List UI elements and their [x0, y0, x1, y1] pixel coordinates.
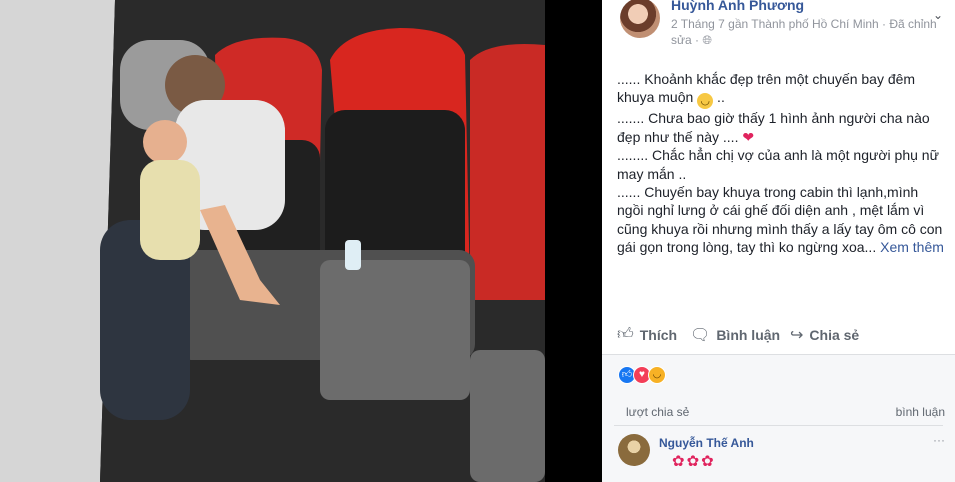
post-sidebar: Huỳnh Anh Phương 2 Tháng 7 gần Thành phố… — [602, 0, 955, 482]
post-actions: 👍︎ Thích 🗨︎ Bình luận ↪ Chia sẻ — [614, 318, 949, 353]
comment-sticker: ✿✿✿ — [672, 453, 716, 470]
globe-icon: 🌐︎ — [702, 33, 712, 47]
post-paragraph-1-suffix: .. — [713, 89, 725, 106]
comment-menu-icon[interactable]: ··· — [933, 433, 945, 447]
comments-divider — [614, 425, 943, 426]
comments-count[interactable]: bình luận — [896, 405, 945, 419]
share-button[interactable]: ↪ Chia sẻ — [790, 325, 859, 345]
heart-emoji-icon: ❤ — [742, 128, 755, 145]
like-label: Thích — [639, 326, 678, 343]
post-photo[interactable] — [0, 0, 545, 482]
haha-reaction-icon: ◡ — [648, 366, 666, 384]
author-avatar[interactable] — [620, 0, 660, 38]
photo-illustration — [0, 0, 545, 482]
share-label: Chia sẻ — [809, 327, 860, 343]
comment-icon: 🗨︎ — [690, 327, 711, 344]
like-button[interactable]: 👍︎ Thích — [617, 325, 677, 344]
post-meta: 2 Tháng 7 gần Thành phố Hồ Chí Minh · Đã… — [671, 16, 946, 48]
smile-emoji-icon: ◡ — [697, 93, 714, 110]
chevron-down-icon[interactable]: ⌄ — [933, 8, 943, 22]
post-header: Huỳnh Anh Phương 2 Tháng 7 gần Thành phố… — [614, 0, 949, 50]
share-icon: ↪ — [790, 327, 804, 344]
comment-label: Bình luận — [716, 327, 781, 343]
thumbs-up-icon: 👍︎ — [617, 326, 634, 343]
post-text: ...... Khoảnh khắc đẹp trên một chuyến b… — [617, 70, 947, 257]
post-paragraph-1: ...... Khoảnh khắc đẹp trên một chuyến b… — [617, 70, 947, 110]
post-paragraph-2-text: ....... Chưa bao giờ thấy 1 hình ảnh ngư… — [617, 110, 930, 145]
commenter-avatar[interactable] — [618, 434, 650, 466]
post-paragraph-2: ....... Chưa bao giờ thấy 1 hình ảnh ngư… — [617, 109, 947, 146]
commenter-name[interactable]: Nguyễn Thế Anh — [659, 436, 754, 450]
shares-count[interactable]: lượt chia sẻ — [626, 405, 689, 419]
photo-viewer — [0, 0, 602, 482]
see-more-link[interactable]: Xem thêm — [880, 239, 944, 255]
author-name[interactable]: Huỳnh Anh Phương — [671, 0, 804, 13]
reactions-summary[interactable]: 👍︎ ♥ ◡ — [618, 366, 666, 384]
post-paragraph-1-text: ...... Khoảnh khắc đẹp trên một chuyến b… — [617, 71, 916, 106]
post-paragraph-3: ........ Chắc hẳn chị vợ của anh là một … — [617, 147, 939, 182]
comment-button[interactable]: 🗨︎ Bình luận — [690, 325, 780, 345]
post-paragraph-4: ...... Chuyến bay khuya trong cabin thì … — [617, 183, 947, 257]
